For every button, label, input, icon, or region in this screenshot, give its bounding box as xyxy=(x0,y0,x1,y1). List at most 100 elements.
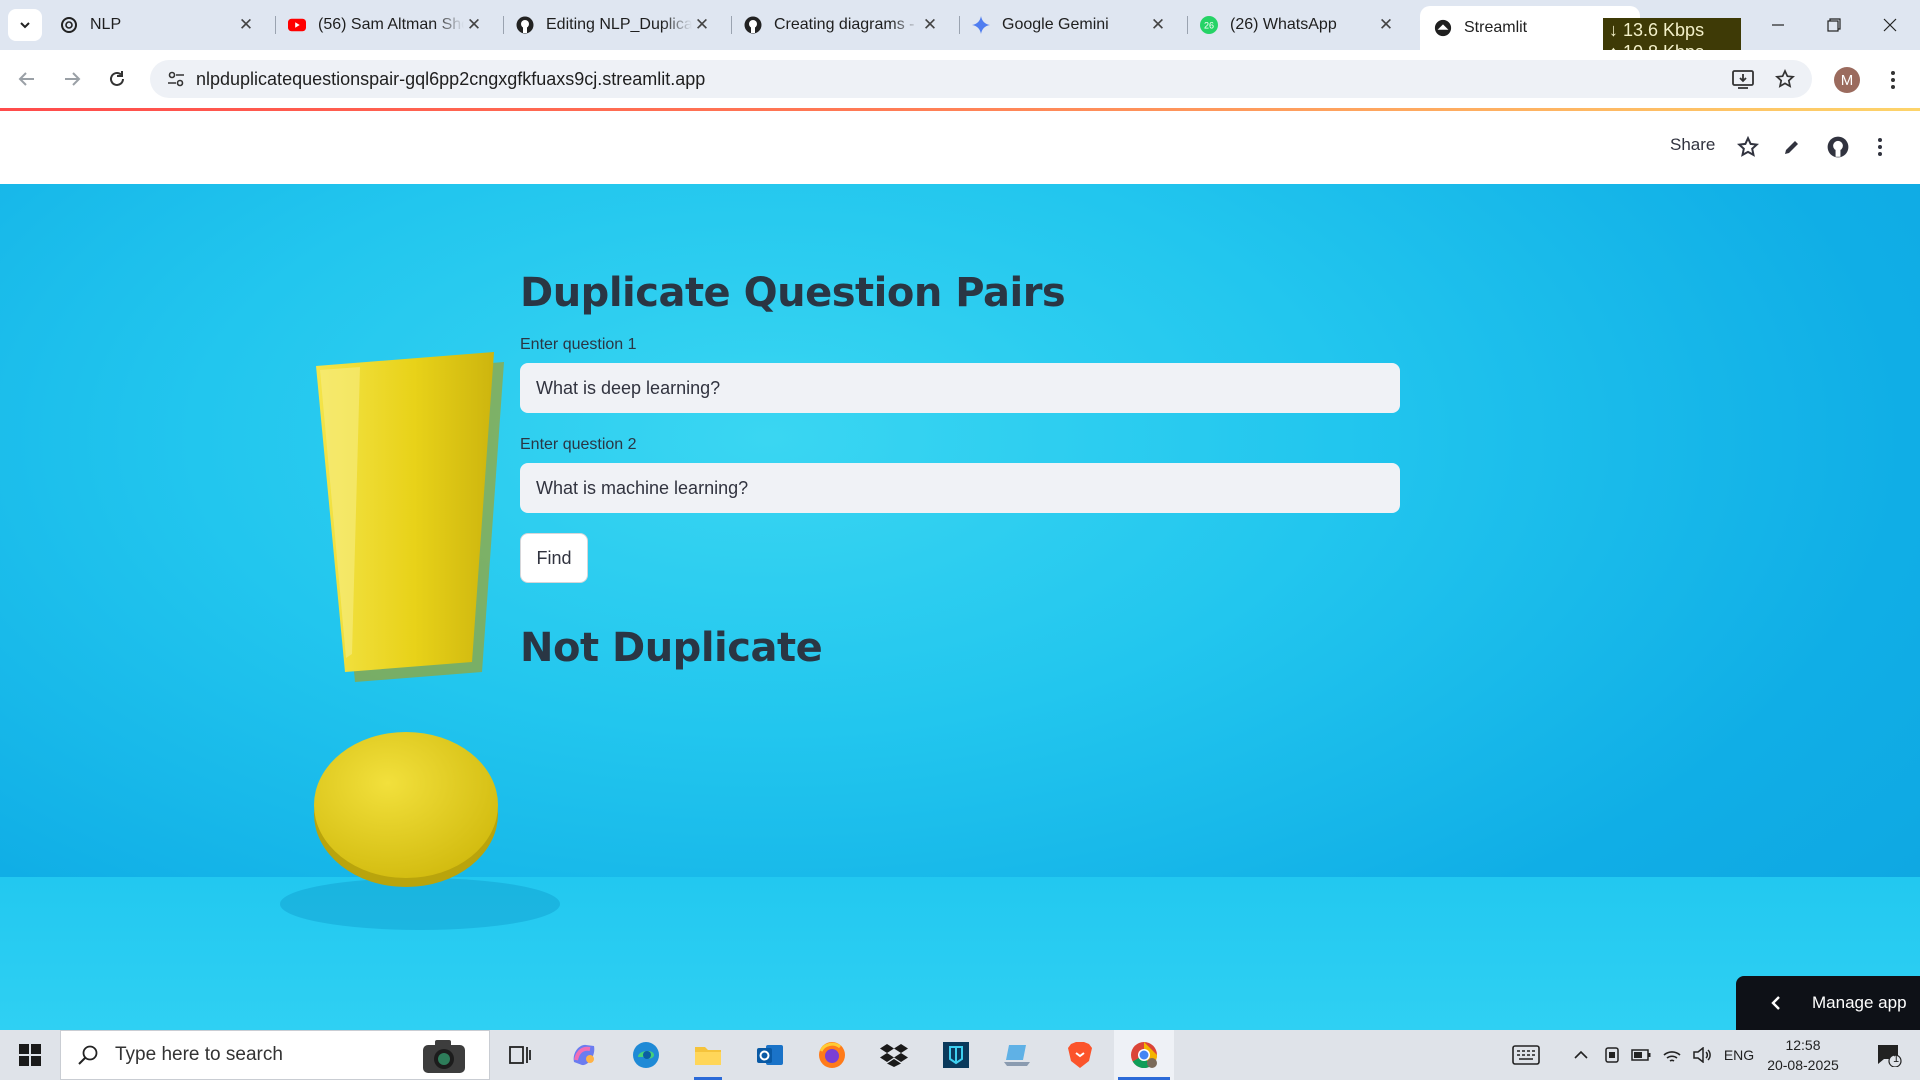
taskbar-search-box[interactable]: Type here to search xyxy=(60,1030,490,1080)
outlook-icon xyxy=(757,1045,783,1065)
site-settings-icon[interactable] xyxy=(156,70,196,88)
tab-youtube[interactable]: (56) Sam Altman Sho ✕ xyxy=(274,6,494,44)
tab-whatsapp[interactable]: 26 (26) WhatsApp ✕ xyxy=(1186,6,1406,44)
tab-search-button[interactable] xyxy=(8,9,42,41)
outlook-taskbar-button[interactable] xyxy=(742,1030,798,1080)
firefox-taskbar-button[interactable] xyxy=(804,1030,860,1080)
brave-taskbar-button[interactable] xyxy=(1052,1030,1108,1080)
wifi-icon xyxy=(1663,1051,1681,1062)
tab-title: (26) WhatsApp xyxy=(1230,16,1337,33)
browser-tab-strip: NLP ✕ (56) Sam Altman Sho ✕ Editing NLP_… xyxy=(0,0,1920,64)
battery-status[interactable] xyxy=(1628,1030,1654,1080)
laptop-app-taskbar-button[interactable] xyxy=(990,1030,1046,1080)
tab-title: Google Gemini xyxy=(1002,16,1109,33)
clock-date: 20-08-2025 xyxy=(1767,1057,1839,1073)
whatsapp-badge: 26 xyxy=(1204,21,1214,31)
language-indicator[interactable]: ENG xyxy=(1720,1030,1758,1080)
tab-title: (56) Sam Altman Sho xyxy=(318,16,464,33)
address-bar[interactable]: nlpduplicatequestionspair-gql6pp2cngxgfk… xyxy=(150,60,1812,98)
manage-app-button[interactable]: Manage app xyxy=(1736,976,1920,1030)
install-icon xyxy=(1732,70,1754,89)
dropbox-taskbar-button[interactable] xyxy=(866,1030,922,1080)
openai-icon xyxy=(60,16,78,34)
close-window-button[interactable] xyxy=(1862,0,1918,50)
find-button[interactable]: Find xyxy=(520,533,588,583)
restore-icon xyxy=(1827,18,1841,32)
brave-icon xyxy=(1068,1042,1092,1068)
shield-app-icon xyxy=(943,1042,969,1068)
browser-toolbar: nlpduplicatequestionspair-gql6pp2cngxgfk… xyxy=(0,50,1920,108)
tab-title: NLP xyxy=(90,16,122,33)
reload-button[interactable] xyxy=(102,64,132,94)
minimize-button[interactable] xyxy=(1750,0,1806,50)
close-icon[interactable]: ✕ xyxy=(464,15,484,35)
close-icon[interactable]: ✕ xyxy=(1376,15,1396,35)
tab-github-editing[interactable]: Editing NLP_Duplicat ✕ xyxy=(502,6,722,44)
favorite-button[interactable] xyxy=(1734,133,1762,161)
chrome-icon xyxy=(1131,1042,1158,1069)
tab-nlp[interactable]: NLP ✕ xyxy=(46,6,266,44)
question-1-input[interactable]: What is deep learning? xyxy=(520,363,1400,413)
kebab-menu-icon xyxy=(1891,71,1895,89)
tab-github-diagrams[interactable]: Creating diagrams - ( ✕ xyxy=(730,6,950,44)
browser-menu-button[interactable] xyxy=(1880,66,1906,94)
security-app-taskbar-button[interactable] xyxy=(928,1030,984,1080)
search-icon xyxy=(78,1045,98,1065)
network-status[interactable] xyxy=(1658,1030,1686,1080)
whatsapp-icon: 26 xyxy=(1200,16,1218,34)
speaker-icon xyxy=(1693,1047,1711,1063)
close-icon[interactable]: ✕ xyxy=(920,15,940,35)
folder-icon xyxy=(695,1047,721,1065)
tab-gemini[interactable]: Google Gemini ✕ xyxy=(958,6,1178,44)
tab-title: Editing NLP_Duplicat xyxy=(546,16,692,33)
clock-time: 12:58 xyxy=(1785,1037,1821,1053)
volume-control[interactable] xyxy=(1688,1030,1716,1080)
close-icon[interactable]: ✕ xyxy=(692,15,712,35)
start-button[interactable] xyxy=(0,1030,60,1080)
chevron-up-icon xyxy=(1574,1050,1588,1059)
copilot-taskbar-button[interactable] xyxy=(556,1030,612,1080)
meet-now-button[interactable] xyxy=(1600,1030,1624,1080)
edge-taskbar-button[interactable] xyxy=(618,1030,674,1080)
app-menu-button[interactable] xyxy=(1866,133,1894,161)
search-placeholder: Type here to search xyxy=(115,1044,283,1065)
dropbox-icon xyxy=(880,1044,908,1067)
result-text: Not Duplicate xyxy=(520,625,823,671)
install-app-button[interactable] xyxy=(1726,60,1760,98)
youtube-icon xyxy=(288,16,306,34)
touch-keyboard-button[interactable] xyxy=(1506,1030,1546,1080)
reload-icon xyxy=(110,71,124,86)
profile-avatar[interactable]: M xyxy=(1834,67,1860,93)
system-clock[interactable]: 12:58 20-08-2025 xyxy=(1760,1035,1846,1075)
windows-icon xyxy=(19,1044,41,1066)
show-hidden-icons-button[interactable] xyxy=(1570,1030,1592,1080)
bookmark-button[interactable] xyxy=(1768,60,1802,98)
tab-title: Creating diagrams - ( xyxy=(774,16,920,33)
arrow-right-icon xyxy=(65,72,81,86)
question-2-label: Enter question 2 xyxy=(520,436,637,453)
notification-center-button[interactable]: 1 xyxy=(1864,1030,1914,1080)
back-button[interactable] xyxy=(12,64,42,94)
edit-button[interactable] xyxy=(1778,133,1806,161)
close-icon[interactable]: ✕ xyxy=(1148,15,1168,35)
keyboard-icon xyxy=(1512,1045,1540,1065)
task-view-button[interactable] xyxy=(492,1030,548,1080)
file-explorer-taskbar-button[interactable] xyxy=(680,1030,736,1080)
minimize-icon xyxy=(1772,24,1784,26)
laptop-icon xyxy=(1004,1045,1030,1066)
notification-count: 1 xyxy=(1893,1053,1900,1065)
download-speed: ↓ 13.6 Kbps xyxy=(1609,20,1705,40)
windows-taskbar: Type here to search ENG 12:58 20-08-2025… xyxy=(0,1030,1920,1080)
chevron-down-icon xyxy=(20,22,30,29)
forward-button[interactable] xyxy=(57,64,87,94)
share-button[interactable]: Share xyxy=(1670,135,1715,155)
question-2-input[interactable]: What is machine learning? xyxy=(520,463,1400,513)
pencil-icon xyxy=(1785,141,1798,154)
github-icon xyxy=(516,16,534,34)
chrome-taskbar-button[interactable] xyxy=(1114,1030,1174,1080)
github-button[interactable] xyxy=(1824,133,1852,161)
restore-button[interactable] xyxy=(1806,0,1862,50)
close-icon[interactable]: ✕ xyxy=(236,15,256,35)
gemini-icon xyxy=(972,16,990,34)
question-1-label: Enter question 1 xyxy=(520,336,637,353)
